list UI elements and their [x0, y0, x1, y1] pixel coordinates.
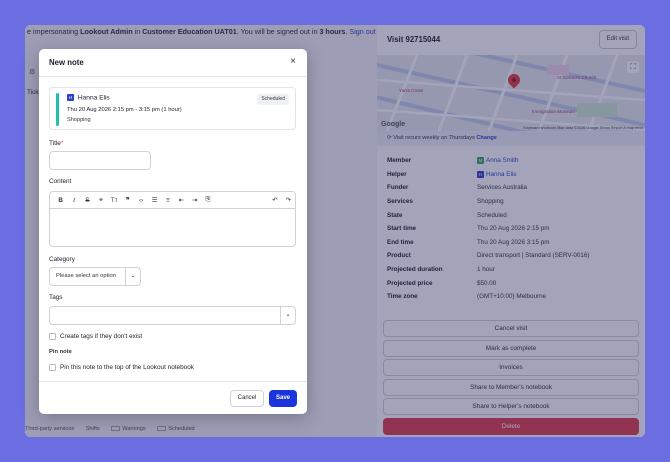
tags-input[interactable]: ⌄ [49, 306, 296, 325]
modal-title: New note [49, 58, 84, 67]
card-helper-name-text: Hanna Elis [77, 94, 110, 102]
modal-divider [39, 76, 307, 77]
footer-divider [39, 381, 307, 382]
outdent-icon[interactable]: ⇤ [175, 197, 188, 204]
editor-toolbar: B I S ⚭ Tт ❞ ‹› ☰ ≡ ⇤ ⇥ ⎘ ↶ ↷ [49, 191, 296, 208]
title-label-text: Title [49, 140, 61, 147]
required-mark: * [60, 140, 64, 147]
indent-icon[interactable]: ⇥ [188, 197, 201, 204]
tags-label: Tags [49, 294, 63, 301]
pin-note-checkbox[interactable] [49, 364, 56, 371]
text-size-icon[interactable]: Tт [108, 197, 121, 204]
helper-color-bar [56, 93, 59, 126]
title-input[interactable] [49, 151, 151, 170]
italic-icon[interactable]: I [67, 197, 80, 204]
quote-icon[interactable]: ❞ [121, 197, 134, 204]
cancel-button[interactable]: Cancel [230, 390, 264, 407]
create-tags-label: Create tags if they don't exist [60, 333, 143, 340]
numbered-list-icon[interactable]: ≡ [161, 197, 174, 204]
category-label: Category [49, 256, 75, 263]
close-icon[interactable]: × [290, 56, 296, 67]
card-service: Shopping [67, 117, 91, 123]
category-placeholder: Please select an option [56, 273, 116, 279]
chevron-down-icon[interactable]: ⌄ [280, 307, 295, 324]
bold-icon[interactable]: B [54, 197, 67, 204]
visit-summary-card: H Hanna Elis Thu 20 Aug 2026 2:15 pm - 3… [49, 87, 296, 130]
new-note-modal: New note × H Hanna Elis Thu 20 Aug 2026 … [39, 49, 307, 414]
pin-note-heading: Pin note [49, 349, 72, 355]
create-tags-option[interactable]: Create tags if they don't exist [49, 333, 142, 340]
chevron-down-icon[interactable]: ⌄ [125, 268, 140, 285]
create-tags-checkbox[interactable] [49, 333, 56, 340]
helper-badge-icon: H [67, 94, 74, 101]
code-icon[interactable]: ‹› [134, 197, 147, 204]
pin-note-label: Pin this note to the top of the Lookout … [60, 364, 194, 371]
card-time: Thu 20 Aug 2026 2:15 pm - 3:15 pm (1 hou… [67, 107, 182, 113]
pin-note-option[interactable]: Pin this note to the top of the Lookout … [49, 364, 194, 371]
status-badge: Scheduled [257, 94, 289, 105]
bullet-list-icon[interactable]: ☰ [148, 197, 161, 204]
undo-icon[interactable]: ↶ [268, 197, 281, 204]
attachment-icon[interactable]: ⎘ [201, 196, 214, 204]
strikethrough-icon[interactable]: S [81, 197, 94, 204]
title-label: Title* [49, 140, 63, 147]
redo-icon[interactable]: ↷ [282, 197, 295, 204]
content-editor[interactable] [49, 208, 296, 247]
link-icon[interactable]: ⚭ [94, 197, 107, 204]
content-label: Content [49, 178, 72, 185]
card-helper-name: H Hanna Elis [67, 94, 110, 101]
save-button[interactable]: Save [269, 390, 297, 407]
category-select[interactable]: Please select an option ⌄ [49, 267, 141, 286]
